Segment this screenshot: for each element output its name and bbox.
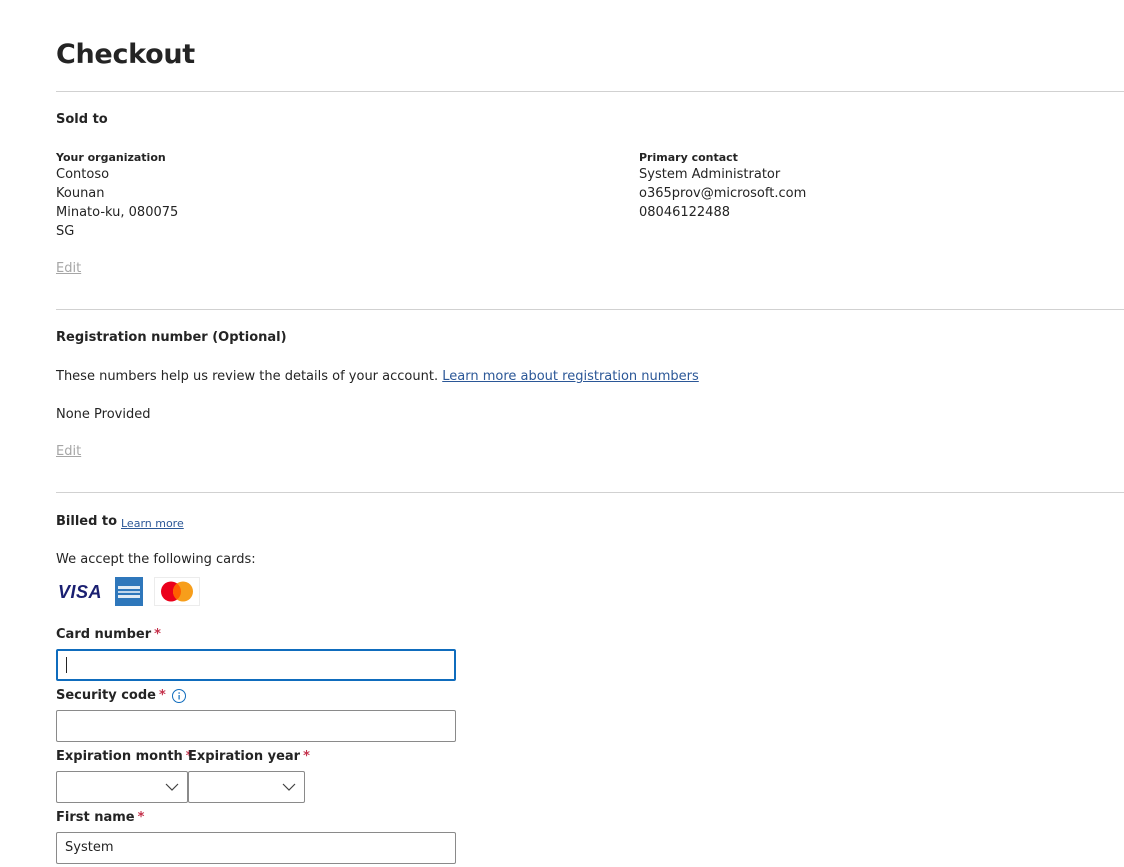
first-name-label-text: First name xyxy=(56,810,135,825)
info-icon[interactable] xyxy=(171,688,187,708)
amex-logo xyxy=(115,577,143,606)
expiration-year-select[interactable] xyxy=(188,771,305,803)
expiration-year-label: Expiration year * xyxy=(188,748,310,766)
checkout-page: Checkout Sold to Your organization Conto… xyxy=(0,0,1124,867)
chevron-down-icon xyxy=(165,783,179,791)
first-name-value: System xyxy=(65,840,114,855)
sold-to-edit-link[interactable]: Edit xyxy=(56,260,81,278)
registration-learn-more-link[interactable]: Learn more about registration numbers xyxy=(442,369,699,384)
card-number-input[interactable] xyxy=(56,649,456,681)
contact-line: 08046122488 xyxy=(639,205,730,220)
registration-description-row: These numbers help us review the details… xyxy=(56,367,699,386)
visa-logo: VISA xyxy=(56,577,104,606)
required-marker: * xyxy=(158,688,166,703)
svg-text:VISA: VISA xyxy=(58,582,102,602)
security-code-input[interactable] xyxy=(56,710,456,742)
primary-contact-label: Primary contact xyxy=(639,151,738,164)
first-name-input[interactable]: System xyxy=(56,832,456,864)
mastercard-logo xyxy=(154,577,200,606)
security-code-label-text: Security code xyxy=(56,688,156,703)
organization-line: Kounan xyxy=(56,186,105,201)
divider xyxy=(56,91,1124,92)
expiration-month-select[interactable] xyxy=(56,771,188,803)
organization-line: SG xyxy=(56,224,75,239)
accepted-cards-text: We accept the following cards: xyxy=(56,552,256,567)
required-marker: * xyxy=(303,749,310,764)
expiration-month-label-text: Expiration month xyxy=(56,749,183,764)
expiration-year-label-text: Expiration year xyxy=(188,749,301,764)
billed-to-heading: Billed to xyxy=(56,514,118,529)
registration-description: These numbers help us review the details… xyxy=(56,369,439,384)
organization-line: Contoso xyxy=(56,167,110,182)
organization-line: Minato-ku, 080075 xyxy=(56,205,179,220)
divider xyxy=(56,492,1124,493)
contact-line: System Administrator xyxy=(639,167,781,182)
chevron-down-icon xyxy=(282,783,296,791)
required-marker: * xyxy=(137,810,145,825)
divider xyxy=(56,309,1124,310)
security-code-label: Security code * xyxy=(56,687,166,705)
page-title: Checkout xyxy=(56,39,195,70)
registration-edit-link[interactable]: Edit xyxy=(56,443,81,461)
contact-line: o365prov@microsoft.com xyxy=(639,186,807,201)
card-number-label: Card number * xyxy=(56,626,161,644)
registration-value: None Provided xyxy=(56,407,151,422)
expiration-month-label: Expiration month * xyxy=(56,748,193,766)
registration-heading: Registration number (Optional) xyxy=(56,330,287,345)
card-number-label-text: Card number xyxy=(56,627,152,642)
sold-to-heading: Sold to xyxy=(56,112,108,127)
text-caret xyxy=(66,657,67,673)
required-marker: * xyxy=(154,627,161,642)
organization-label: Your organization xyxy=(56,151,166,164)
billed-to-learn-more-link[interactable]: Learn more xyxy=(121,516,184,531)
first-name-label: First name * xyxy=(56,809,144,827)
